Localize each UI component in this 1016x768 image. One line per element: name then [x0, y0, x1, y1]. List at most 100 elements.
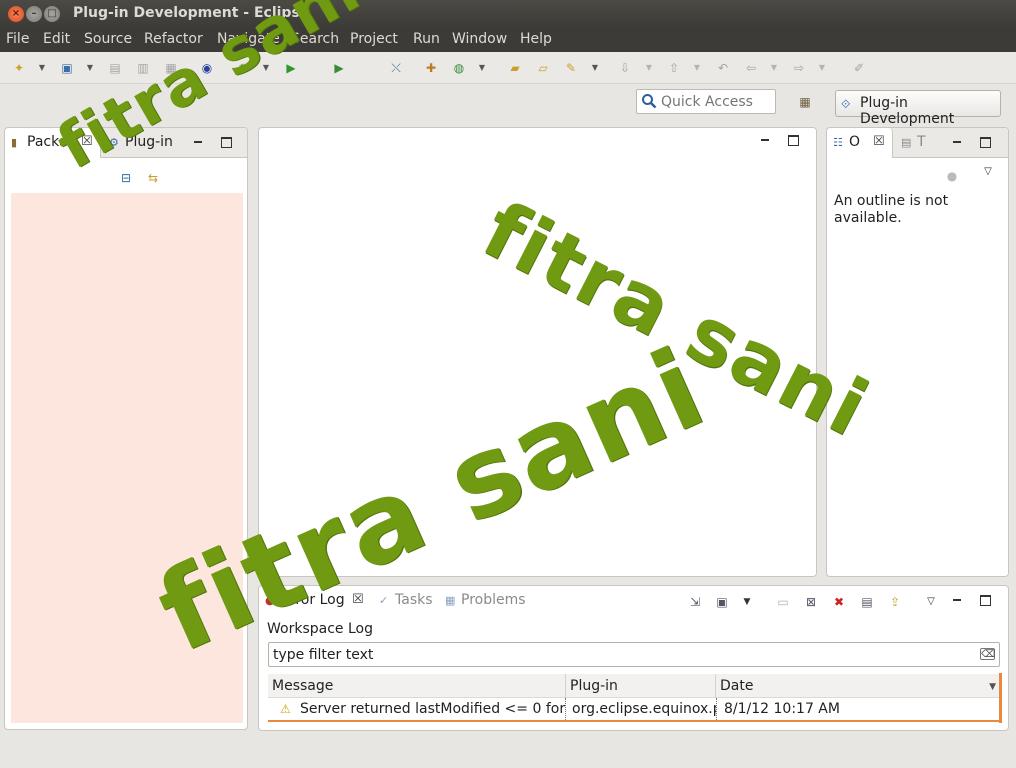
- close-icon[interactable]: ☒: [352, 593, 364, 607]
- import-dropdown-icon[interactable]: ▼: [739, 594, 755, 610]
- menu-help[interactable]: Help: [520, 31, 552, 47]
- restore-log-icon[interactable]: ⇪: [887, 594, 903, 610]
- debug-dropdown-icon[interactable]: ▼: [262, 60, 270, 76]
- menu-file[interactable]: File: [6, 31, 29, 47]
- column-plugin[interactable]: Plug-in: [566, 674, 716, 698]
- tab-task-list[interactable]: ▤ T: [895, 128, 935, 158]
- table-scrollbar[interactable]: [999, 673, 1002, 723]
- log-table-header: Message Plug-in Date ▼: [268, 674, 1000, 698]
- remove-icon[interactable]: ✖: [831, 594, 847, 610]
- menu-edit[interactable]: Edit: [43, 31, 70, 47]
- minimize-icon[interactable]: [191, 135, 205, 149]
- column-message[interactable]: Message: [268, 674, 566, 698]
- last-edit-icon[interactable]: ↶: [715, 60, 731, 76]
- menu-project[interactable]: Project: [350, 31, 398, 47]
- window-minimize-icon[interactable]: –: [26, 6, 42, 22]
- outline-icon: ☷: [833, 136, 843, 149]
- new-class-icon[interactable]: ◍: [451, 60, 467, 76]
- menu-source[interactable]: Source: [84, 31, 132, 47]
- column-date[interactable]: Date: [716, 674, 1000, 698]
- search-icon: [642, 94, 657, 109]
- minimize-icon[interactable]: [950, 593, 964, 607]
- close-icon[interactable]: ☒: [81, 135, 93, 149]
- menu-search[interactable]: Search: [291, 31, 339, 47]
- outline-tabs: ☷ O ☒ ▤ T: [827, 128, 1008, 158]
- menu-run[interactable]: Run: [413, 31, 440, 47]
- quick-access-input[interactable]: [661, 93, 771, 111]
- package-tree[interactable]: [11, 193, 243, 723]
- new-class-dropdown-icon[interactable]: ▼: [478, 60, 486, 76]
- row-date: 8/1/12 10:17 AM: [724, 701, 840, 717]
- maximize-icon[interactable]: [978, 135, 992, 149]
- tab-plugins[interactable]: ⚙ Plug-in: [103, 128, 193, 158]
- perspective-plugin-development[interactable]: ⟐ Plug-in Development: [835, 90, 1001, 127]
- menu-refactor[interactable]: Refactor: [144, 31, 203, 47]
- tab-problems[interactable]: ▦ Problems: [439, 586, 529, 616]
- open-log-icon[interactable]: ▤: [859, 594, 875, 610]
- view-menu-icon[interactable]: ▽: [980, 164, 996, 180]
- tab-task-list-label: T: [917, 134, 926, 150]
- open-perspective-icon[interactable]: ▦: [797, 94, 813, 110]
- run-icon[interactable]: ▶: [283, 60, 299, 76]
- delete-log-icon[interactable]: ⊠: [803, 594, 819, 610]
- prev-annotation-dropdown-icon[interactable]: ▼: [693, 60, 701, 76]
- clear-log-icon[interactable]: ▭: [775, 594, 791, 610]
- globe-icon[interactable]: ◉: [199, 60, 215, 76]
- save-icon[interactable]: ▤: [107, 60, 123, 76]
- filter-field[interactable]: ⌫: [268, 642, 1000, 667]
- editor-maximize-icon[interactable]: [786, 133, 800, 147]
- import-log-icon[interactable]: ▣: [714, 594, 730, 610]
- editor-minimize-icon[interactable]: [758, 133, 772, 147]
- save-all-icon[interactable]: ▥: [135, 60, 151, 76]
- open-task-dropdown-icon[interactable]: ▼: [591, 60, 599, 76]
- pin-editor-icon[interactable]: ✐: [851, 60, 867, 76]
- next-annotation-dropdown-icon[interactable]: ▼: [645, 60, 653, 76]
- skip-icon[interactable]: ⤬: [388, 60, 404, 76]
- tab-tasks[interactable]: ✓ Tasks: [373, 586, 437, 616]
- back-dropdown-icon[interactable]: ▼: [770, 60, 778, 76]
- tab-problems-label: Problems: [461, 592, 526, 608]
- window-close-icon[interactable]: ×: [8, 6, 24, 22]
- tab-outline[interactable]: ☷ O ☒: [827, 128, 893, 158]
- export-log-icon[interactable]: ⇲: [687, 594, 703, 610]
- run-external-icon[interactable]: ▶: [331, 60, 347, 76]
- filter-input[interactable]: [273, 646, 973, 664]
- maximize-icon[interactable]: [978, 593, 992, 607]
- new-plugin-dropdown-icon[interactable]: ▼: [86, 60, 94, 76]
- title-bar: × – □ Plug-in Development - Eclipse: [0, 0, 1016, 28]
- row-plugin: org.eclipse.equinox.p: [568, 698, 717, 720]
- outline-panel: ☷ O ☒ ▤ T ● ▽ An outline is not availabl…: [826, 127, 1009, 577]
- open-folder-icon[interactable]: ▰: [507, 60, 523, 76]
- collapse-all-icon[interactable]: ⊟: [118, 170, 134, 186]
- link-with-editor-icon[interactable]: ⇆: [145, 170, 161, 186]
- forward-icon[interactable]: ⇨: [791, 60, 807, 76]
- clear-filter-icon[interactable]: ⌫: [980, 648, 995, 660]
- back-icon[interactable]: ⇦: [743, 60, 759, 76]
- plugins-icon: ⚙: [109, 136, 119, 149]
- new-plugin-icon[interactable]: ▣: [59, 60, 75, 76]
- next-annotation-icon[interactable]: ⇩: [617, 60, 633, 76]
- focus-icon[interactable]: ●: [944, 168, 960, 184]
- window-maximize-icon[interactable]: □: [44, 6, 60, 22]
- forward-dropdown-icon[interactable]: ▼: [818, 60, 826, 76]
- open-type-icon[interactable]: ▱: [535, 60, 551, 76]
- close-icon[interactable]: ☒: [873, 135, 885, 149]
- menu-window[interactable]: Window: [452, 31, 507, 47]
- package-icon[interactable]: ✚: [423, 60, 439, 76]
- tab-error-log[interactable]: ● Error Log ☒: [259, 586, 371, 616]
- new-dropdown-icon[interactable]: ▼: [38, 60, 46, 76]
- view-menu-icon[interactable]: ▽: [923, 594, 939, 610]
- table-row[interactable]: ⚠ Server returned lastModified <= 0 for …: [268, 698, 1000, 722]
- new-icon[interactable]: ✦: [11, 60, 27, 76]
- prev-annotation-icon[interactable]: ⇧: [666, 60, 682, 76]
- menu-navigate[interactable]: Navigate: [217, 31, 280, 47]
- editor-area[interactable]: [258, 127, 817, 577]
- open-task-icon[interactable]: ✎: [563, 60, 579, 76]
- maximize-icon[interactable]: [219, 135, 233, 149]
- print-icon[interactable]: ▦: [163, 60, 179, 76]
- plugin-perspective-icon: ⟐: [841, 97, 851, 111]
- debug-icon[interactable]: ✹: [235, 60, 251, 76]
- minimize-icon[interactable]: [950, 135, 964, 149]
- quick-access-field[interactable]: [636, 89, 776, 114]
- tab-package-explorer[interactable]: ▮ Packa ☒: [5, 128, 101, 158]
